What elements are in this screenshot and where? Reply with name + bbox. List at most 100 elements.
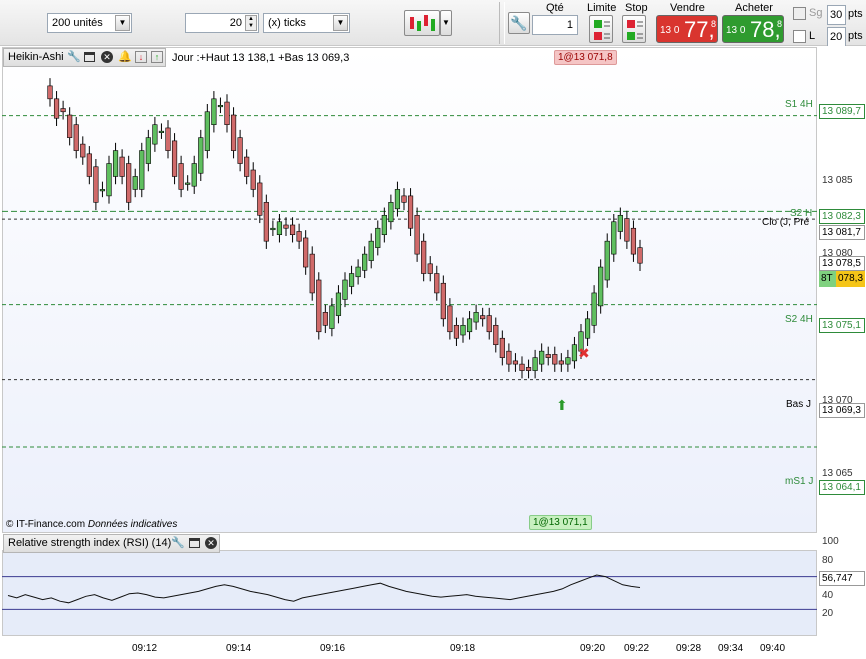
- candle-body: [283, 224, 289, 229]
- candle-body: [270, 227, 276, 231]
- candle-body: [185, 182, 191, 185]
- candle-body: [152, 124, 158, 145]
- axis-level-s2-h: 13 082,3: [819, 209, 865, 224]
- candle-body: [204, 111, 210, 151]
- candle-body: [512, 360, 519, 365]
- maximize-icon[interactable]: [189, 538, 200, 548]
- candle-body: [545, 354, 551, 358]
- current-price-tag: 8T 078,3: [819, 271, 865, 287]
- time-tick: 09:28: [676, 643, 702, 654]
- candle-body: [303, 237, 309, 268]
- candle-body: [401, 195, 407, 203]
- candle-body: [460, 324, 466, 336]
- time-tick: 09:40: [760, 643, 786, 654]
- level-close-prev-label: Clo (J, Pré: [762, 217, 810, 228]
- candle-body: [466, 318, 473, 333]
- level-s1-4h-label: S1 4H: [785, 99, 813, 110]
- candle-body: [224, 101, 230, 126]
- wrench-icon[interactable]: 🔧: [171, 535, 185, 552]
- credit-text: © IT-Finance.com Données indicatives: [6, 519, 177, 530]
- candle-body: [368, 240, 374, 261]
- candle-body: [506, 350, 512, 365]
- candle-body: [119, 156, 125, 177]
- candle-body: [532, 357, 538, 371]
- candle-body: [499, 337, 505, 358]
- candle-body: [611, 221, 617, 255]
- candle-body: [394, 189, 401, 210]
- candle-body: [480, 315, 486, 320]
- candle-body: [407, 195, 414, 229]
- rsi-panel-header: Relative strength index (RSI) (14) 🔧 ✕: [3, 534, 220, 553]
- close-icon[interactable]: ✕: [205, 537, 217, 549]
- candle-body: [126, 163, 132, 203]
- move-up-icon[interactable]: ↑: [151, 51, 163, 63]
- close-icon[interactable]: ✕: [101, 51, 113, 63]
- candle-body: [191, 163, 197, 187]
- rsi-tick: 40: [822, 590, 834, 601]
- axis-last-price: 13 078,5: [819, 256, 865, 271]
- candle-body: [525, 367, 532, 371]
- rsi-tick: 20: [822, 608, 834, 619]
- candle-body: [230, 114, 237, 151]
- level-low-day-label: Bas J: [786, 399, 812, 410]
- candle-body: [591, 292, 597, 326]
- current-price-value: 078,3: [836, 271, 865, 287]
- axis-tick: 13 085: [822, 175, 853, 186]
- candle-body: [178, 163, 184, 190]
- candle-body: [414, 214, 420, 255]
- candle-body: [453, 324, 460, 339]
- candle-body: [106, 163, 112, 197]
- position-tag-top[interactable]: 1@13 071,8: [554, 50, 617, 65]
- candle-body: [552, 354, 558, 365]
- axis-tick: 13 065: [822, 468, 853, 479]
- candle-body: [624, 218, 630, 242]
- candle-body: [598, 266, 604, 307]
- time-tick: 09:20: [580, 643, 606, 654]
- candle-body: [132, 176, 138, 190]
- candle-body: [558, 360, 564, 365]
- candle-body: [539, 350, 545, 365]
- candle-body: [171, 140, 178, 177]
- candle-body: [322, 312, 328, 326]
- time-tick: 09:22: [624, 643, 650, 654]
- time-tick: 09:12: [132, 643, 158, 654]
- candle-body: [53, 98, 60, 119]
- candle-body: [617, 214, 623, 232]
- candle-body: [309, 253, 315, 294]
- close-position-icon: ✖: [578, 346, 590, 362]
- rsi-tick: 100: [822, 536, 839, 547]
- candle-body: [447, 305, 453, 333]
- maximize-icon[interactable]: [84, 52, 95, 62]
- candle-body: [604, 240, 610, 281]
- price-panel-header: Heikin-Ashi 🔧 ✕ 🔔 ↓ ↑: [3, 48, 166, 67]
- axis-level-s1-4h: 13 089,7: [819, 104, 865, 119]
- level-ms1-j-label: mS1 J: [785, 476, 814, 487]
- rsi-current-value: 56,747: [819, 571, 865, 586]
- candle-body: [80, 143, 86, 158]
- axis-level-ms1-j: 13 064,1: [819, 480, 865, 495]
- candle-body: [584, 318, 591, 339]
- candle-body: [519, 363, 525, 371]
- position-tag-bottom[interactable]: 1@13 071,1: [529, 515, 592, 530]
- candle-body: [355, 266, 361, 278]
- candle-body: [342, 279, 348, 300]
- candle-body: [93, 166, 99, 203]
- axis-level-close-prev: 13 081,7: [819, 225, 865, 240]
- time-tick: 09:34: [718, 643, 744, 654]
- level-s2-4h-label: S2 4H: [785, 314, 813, 325]
- candle-body: [60, 108, 66, 113]
- candle-body: [67, 114, 73, 138]
- time-tick: 09:18: [450, 643, 476, 654]
- candle-body: [237, 137, 243, 164]
- candle-body: [158, 130, 165, 133]
- candle-body: [375, 227, 381, 248]
- alert-icon[interactable]: 🔔: [118, 49, 132, 66]
- candle-body: [381, 214, 387, 236]
- axis-level-low-day: 13 069,3: [819, 403, 865, 418]
- candle-body: [250, 169, 256, 190]
- move-down-icon[interactable]: ↓: [135, 51, 147, 63]
- wrench-icon[interactable]: 🔧: [67, 49, 81, 66]
- time-tick: 09:16: [320, 643, 346, 654]
- price-chart[interactable]: ✖⬆: [0, 0, 866, 659]
- axis-level-s2-4h: 13 075,1: [819, 318, 865, 333]
